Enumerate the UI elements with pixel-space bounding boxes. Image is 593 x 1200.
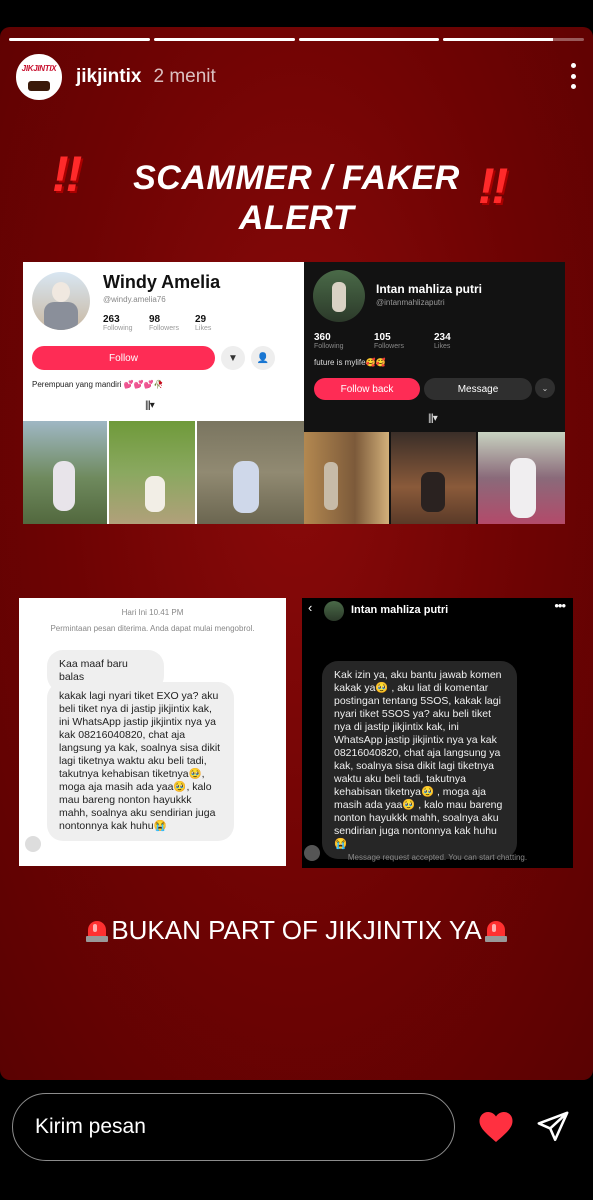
chevron-down-icon[interactable]: ⌄ bbox=[535, 378, 555, 398]
message-input[interactable]: Kirim pesan bbox=[12, 1093, 455, 1161]
stat-following: 263 Following bbox=[103, 314, 133, 332]
story-header: JIKJINTIX jikjintix 2 menit bbox=[16, 54, 577, 100]
chat-screenshot-2: ‹ Intan mahliza putri ••• Kak izin ya, a… bbox=[302, 598, 573, 868]
logo-text: JIKJINTIX bbox=[21, 64, 57, 73]
message-button[interactable]: Message bbox=[424, 378, 532, 400]
sender-avatar bbox=[25, 836, 41, 852]
warning-banner: BUKAN PART OF JIKJINTIX YA bbox=[0, 913, 593, 947]
more-options-icon[interactable] bbox=[569, 63, 577, 89]
contact-name: Intan mahliza putri bbox=[351, 604, 449, 616]
stat-following: 360 Following bbox=[314, 332, 344, 350]
grid-tab-icon[interactable]: |||▾ bbox=[428, 413, 438, 424]
reply-bar: Kirim pesan bbox=[0, 1080, 593, 1200]
profile-bio: Perempuan yang mandiri 💕💕💕🥀 bbox=[32, 380, 164, 389]
alert-title-line2: ALERT bbox=[238, 199, 355, 237]
chat-screenshot-1: Hari Ini 10.41 PM Permintaan pesan diter… bbox=[19, 598, 286, 866]
more-options-icon[interactable]: ••• bbox=[554, 598, 566, 613]
profile-screenshot-windy: Windy Amelia @windy.amelia76 263 Followin… bbox=[23, 262, 312, 524]
video-thumbnail[interactable] bbox=[478, 432, 565, 524]
stat-followers: 98 Followers bbox=[149, 314, 179, 332]
video-thumbnail[interactable] bbox=[197, 421, 312, 524]
stat-followers: 105 Followers bbox=[374, 332, 404, 350]
siren-icon bbox=[484, 917, 507, 943]
story-progress-bar bbox=[9, 38, 584, 41]
username[interactable]: jikjintix bbox=[76, 66, 141, 88]
chat-footer-notice: Message request accepted. You can start … bbox=[347, 853, 528, 862]
progress-segment bbox=[9, 38, 150, 41]
profile-handle: @windy.amelia76 bbox=[103, 295, 166, 304]
chat-bubble: kakak lagi nyari tiket EXO ya? aku beli … bbox=[47, 682, 234, 841]
follow-back-button[interactable]: Follow back bbox=[314, 378, 420, 400]
chat-notice: Permintaan pesan diterima. Anda dapat mu… bbox=[50, 624, 255, 633]
siren-icon bbox=[86, 917, 109, 943]
follow-button[interactable]: Follow bbox=[32, 346, 215, 370]
send-icon[interactable] bbox=[535, 1110, 571, 1144]
profile-bio: future is mylife🥰🥰 bbox=[314, 358, 386, 367]
video-thumbnail[interactable] bbox=[23, 421, 107, 524]
profile-name: Intan mahliza putri bbox=[376, 282, 483, 296]
progress-segment bbox=[298, 38, 440, 41]
video-thumbnail[interactable] bbox=[304, 432, 389, 524]
story-frame[interactable]: JIKJINTIX jikjintix 2 menit ‼ ‼ SCAMMER … bbox=[0, 27, 593, 1080]
grid-tab-icon[interactable]: |||▾ bbox=[145, 400, 155, 411]
profile-handle: @intanmahlizaputri bbox=[376, 298, 445, 307]
contact-avatar bbox=[324, 601, 344, 621]
progress-segment bbox=[443, 38, 584, 41]
video-thumbnail[interactable] bbox=[391, 432, 476, 524]
profile-name: Windy Amelia bbox=[103, 272, 221, 292]
video-thumbnail[interactable] bbox=[109, 421, 195, 524]
stat-likes: 29 Likes bbox=[195, 314, 212, 332]
avatar[interactable]: JIKJINTIX bbox=[16, 54, 62, 100]
stat-likes: 234 Likes bbox=[434, 332, 451, 350]
chat-timestamp: Hari Ini 10.41 PM bbox=[121, 608, 184, 617]
profile-avatar bbox=[313, 270, 365, 322]
profile-screenshot-intan: Intan mahliza putri @intanmahlizaputri 3… bbox=[304, 262, 565, 524]
jikjintix-logo: JIKJINTIX bbox=[19, 57, 59, 97]
profile-avatar bbox=[32, 272, 90, 330]
warning-text: BUKAN PART OF JIKJINTIX YA bbox=[111, 915, 482, 945]
alert-title: SCAMMER / FAKER ALERT bbox=[0, 158, 593, 238]
chat-bubble: Kak izin ya, aku bantu jawab komen kakak… bbox=[322, 661, 517, 859]
add-friend-icon[interactable]: 👤 bbox=[251, 346, 275, 370]
back-icon[interactable]: ‹ bbox=[308, 600, 312, 615]
timestamp: 2 menit bbox=[153, 66, 216, 87]
progress-segment bbox=[153, 38, 295, 41]
heart-icon[interactable] bbox=[478, 1110, 514, 1144]
filter-icon[interactable]: ▼ bbox=[221, 346, 245, 370]
alert-title-line1: SCAMMER / FAKER bbox=[133, 159, 460, 197]
